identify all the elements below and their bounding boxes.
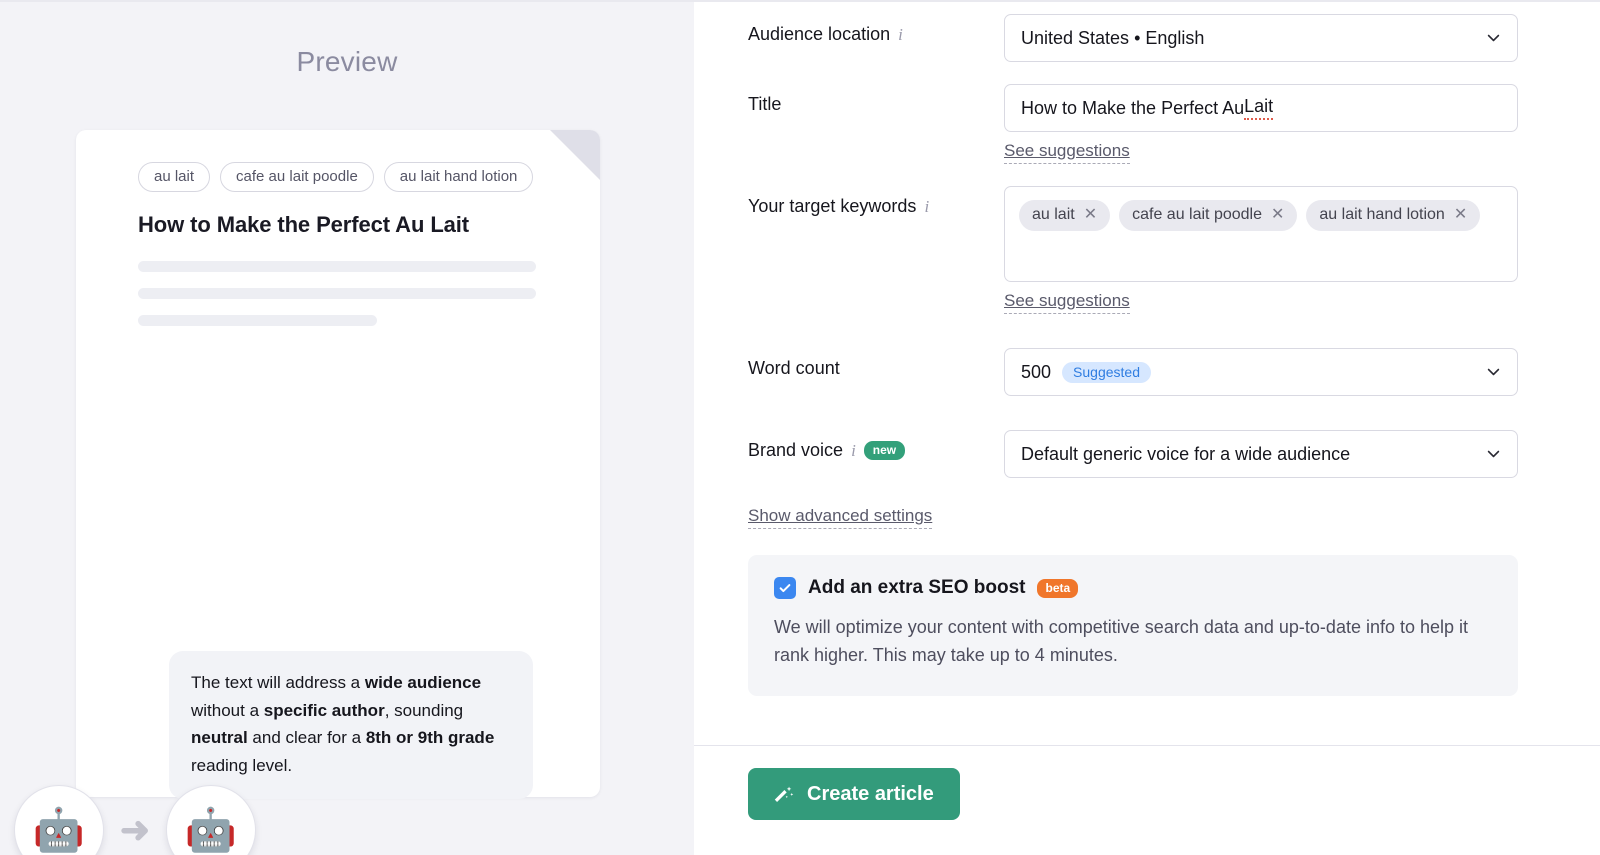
audience-location-label-group: Audience location i <box>748 14 1004 45</box>
arrow-right-icon: ➜ <box>119 809 151 850</box>
bubble-text: and clear for a <box>247 728 366 748</box>
chevron-down-icon <box>1487 32 1500 45</box>
bubble-emphasis: specific author <box>263 700 385 720</box>
keywords-control: au lait ✕ cafe au lait poodle ✕ au lait … <box>1004 186 1518 314</box>
title-label-group: Title <box>748 84 1004 115</box>
preview-article-title: How to Make the Perfect Au Lait <box>138 212 470 237</box>
bubble-text: , sounding <box>384 700 464 720</box>
preview-body-placeholder <box>138 261 536 342</box>
keywords-label: Your target keywords <box>748 196 917 216</box>
preview-keyword-chip: au lait hand lotion <box>383 162 534 192</box>
form-footer: Create article <box>694 745 1600 855</box>
title-see-suggestions-link[interactable]: See suggestions <box>1004 141 1130 164</box>
keyword-tag-label: au lait <box>1032 206 1075 223</box>
title-input[interactable]: How to Make the Perfect Au Lait <box>1004 84 1518 132</box>
voice-transform-illustration: 🤖 ➜ 🤖 <box>14 785 256 855</box>
seo-boost-title: Add an extra SEO boost <box>808 577 1026 598</box>
new-badge: new <box>863 441 906 460</box>
skeleton-line <box>138 288 536 299</box>
keyword-tag[interactable]: au lait hand lotion ✕ <box>1306 200 1481 231</box>
seo-boost-description: We will optimize your content with compe… <box>774 617 1469 665</box>
magic-wand-icon <box>774 784 795 805</box>
keywords-see-suggestions-link[interactable]: See suggestions <box>1004 291 1130 314</box>
bubble-emphasis: 8th or 9th grade <box>365 728 495 748</box>
beta-badge: beta <box>1037 578 1079 598</box>
keyword-tag[interactable]: cafe au lait poodle ✕ <box>1119 200 1298 231</box>
preview-keyword-chip-list: au lait cafe au lait poodle au lait hand… <box>138 162 534 192</box>
info-icon[interactable]: i <box>851 442 856 459</box>
chevron-down-icon <box>1487 366 1500 379</box>
title-label: Title <box>748 94 782 114</box>
suggested-badge: Suggested <box>1062 361 1151 383</box>
bubble-text: without a <box>191 700 264 720</box>
skeleton-line <box>138 315 377 326</box>
title-value-plain: How to Make the Perfect Au <box>1021 97 1245 118</box>
keywords-input[interactable]: au lait ✕ cafe au lait poodle ✕ au lait … <box>1004 186 1518 282</box>
seo-boost-checkbox[interactable] <box>774 577 796 599</box>
brand-voice-explanation-bubble: The text will address a wide audience wi… <box>169 651 533 812</box>
remove-keyword-icon[interactable]: ✕ <box>1454 206 1467 223</box>
field-row-audience-location: Audience location i United States • Engl… <box>748 14 1518 62</box>
page-fold-corner-icon <box>550 130 600 180</box>
bubble-text: The text will address a <box>191 673 365 692</box>
preview-heading: Preview <box>296 46 398 77</box>
robot-avatar-source: 🤖 <box>14 785 104 855</box>
seo-boost-card: Add an extra SEO boost beta We will opti… <box>748 555 1518 696</box>
skeleton-line <box>138 261 536 272</box>
field-row-word-count: Word count 500 Suggested <box>748 348 1518 396</box>
keywords-label-group: Your target keywords i <box>748 186 1004 217</box>
word-count-label-group: Word count <box>748 348 1004 379</box>
bubble-text: reading level. <box>191 755 293 775</box>
field-row-title: Title How to Make the Perfect Au Lait Se… <box>748 84 1518 164</box>
preview-panel: Preview au lait cafe au lait poodle au l… <box>0 0 694 855</box>
title-control: How to Make the Perfect Au Lait See sugg… <box>1004 84 1518 164</box>
remove-keyword-icon[interactable]: ✕ <box>1084 206 1097 223</box>
brand-voice-label: Brand voice <box>748 440 844 460</box>
word-count-label: Word count <box>748 358 840 378</box>
brand-voice-label-group: Brand voice i new <box>748 430 1004 461</box>
info-icon[interactable]: i <box>924 198 929 215</box>
word-count-select[interactable]: 500 Suggested <box>1004 348 1518 396</box>
bubble-emphasis: wide audience <box>364 673 482 692</box>
keyword-tag-label: cafe au lait poodle <box>1132 206 1262 223</box>
article-preview-card: au lait cafe au lait poodle au lait hand… <box>14 130 600 855</box>
field-row-target-keywords: Your target keywords i au lait ✕ cafe au… <box>748 186 1518 314</box>
audience-location-control: United States • English <box>1004 14 1518 62</box>
chevron-down-icon <box>1487 448 1500 461</box>
create-article-button[interactable]: Create article <box>748 768 960 820</box>
audience-location-value: United States • English <box>1021 27 1205 48</box>
info-icon[interactable]: i <box>898 26 903 43</box>
brand-voice-control: Default generic voice for a wide audienc… <box>1004 430 1518 478</box>
brand-voice-select[interactable]: Default generic voice for a wide audienc… <box>1004 430 1518 478</box>
settings-form-scroll-area[interactable]: Audience location i United States • Engl… <box>694 2 1600 745</box>
word-count-value: 500 <box>1021 361 1052 382</box>
keyword-tag-label: au lait hand lotion <box>1319 206 1445 223</box>
preview-keyword-chip: au lait <box>138 162 211 192</box>
remove-keyword-icon[interactable]: ✕ <box>1271 206 1284 223</box>
seo-boost-header: Add an extra SEO boost beta <box>774 577 1492 599</box>
brand-voice-value: Default generic voice for a wide audienc… <box>1021 443 1351 464</box>
bubble-emphasis: neutral <box>191 728 248 748</box>
robot-avatar-target: 🤖 <box>166 785 256 855</box>
create-article-screen: Preview au lait cafe au lait poodle au l… <box>0 0 1600 855</box>
word-count-control: 500 Suggested <box>1004 348 1518 396</box>
keyword-tag[interactable]: au lait ✕ <box>1019 200 1111 231</box>
audience-location-label: Audience location <box>748 24 891 44</box>
field-row-brand-voice: Brand voice i new Default generic voice … <box>748 430 1518 478</box>
create-article-button-label: Create article <box>807 782 934 805</box>
settings-form-panel: Audience location i United States • Engl… <box>694 0 1600 855</box>
audience-location-select[interactable]: United States • English <box>1004 14 1518 62</box>
preview-keyword-chip: cafe au lait poodle <box>220 162 374 192</box>
show-advanced-settings-link[interactable]: Show advanced settings <box>748 506 933 529</box>
advanced-settings-row: Show advanced settings <box>748 506 1518 529</box>
title-value-misspelled: Lait <box>1244 96 1274 120</box>
